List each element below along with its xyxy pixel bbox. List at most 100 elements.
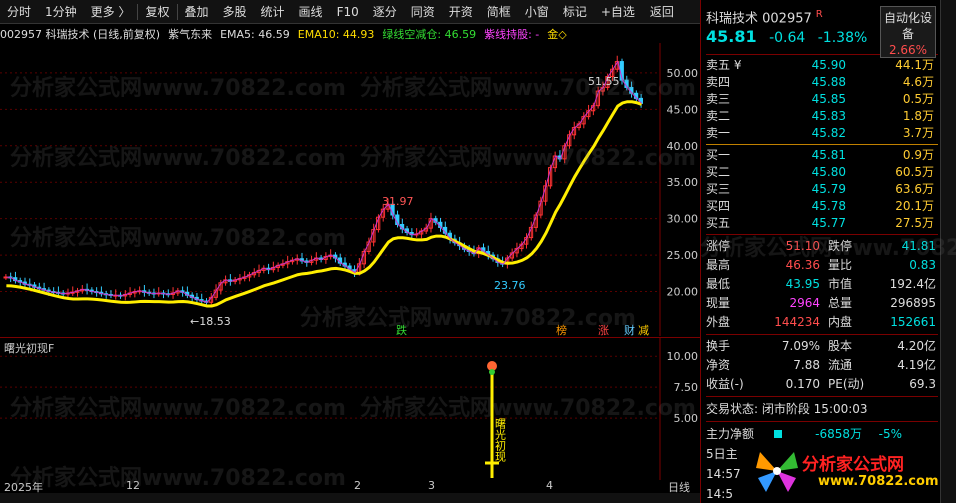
level-volume: 60.5万 [895,165,934,179]
stat-row: 收益(-) 0.170 PE(动) 69.3 [706,375,938,394]
stat-label: 涨停 [706,239,731,253]
stat-label: 最高 [706,258,731,272]
level-volume: 1.8万 [902,109,934,123]
stat-value: 43.95 [785,277,820,291]
stat-value: 69.3 [909,377,936,391]
stat-value: 152661 [890,315,936,329]
stat-row: 涨停 51.10 跌停 41.81 [706,237,938,256]
order-book-row: 买五 45.77 27.5万 [706,215,938,232]
panel-divider [700,0,701,503]
event-marker: 财 [624,323,635,336]
stat-value: 46.36 [785,258,820,272]
tick-time: 14:57 [706,467,741,481]
level-label: 卖三 [706,92,731,106]
subchart-svg[interactable]: 5.00 7.50 10.00 曙光初现 [0,338,700,480]
stat-label: 内盘 [828,315,853,329]
toolbar-item[interactable]: 画线 [292,0,330,24]
stat-value: 4.19亿 [897,358,936,372]
y-tick-label: 25.00 [667,249,699,262]
level-volume: 0.9万 [902,148,934,162]
toolbar-item[interactable]: 小窗 [518,0,556,24]
toolbar-item[interactable]: F10 [330,0,366,24]
toolbar-item[interactable]: +自选 [594,0,642,24]
level-price: 45.80 [811,165,846,179]
back-button[interactable]: 返回 [642,0,682,24]
event-marker: 榜 [556,323,567,336]
level-price: 45.85 [811,92,846,106]
flow-bar [774,430,783,438]
stats-block-2: 换手 7.09% 股本 4.20亿 净资 7.88 流通 4.19亿 收益(-) 0.170 PE(… [706,337,938,394]
indicator-subchart[interactable]: 曙光初现F 5.00 7.50 10.00 曙光初现 [0,337,700,480]
level-volume: 3.7万 [902,126,934,140]
order-book-row: 卖五 ¥ 45.90 44.1万 [706,57,938,74]
y-tick-label: 30.00 [667,213,699,226]
x-axis: 2025年 12 2 3 4 日线 [0,479,700,494]
top-toolbar: 分时 1分钟 更多 〉复权 叠加 多股 统计 画线 F10 逐分 同资 开资 简框 小窗 标记 +自选 返回 [0,0,700,24]
tick-time: 14:5 [706,487,733,501]
stat-label: 量比 [828,258,853,272]
stat-row: 净资 7.88 流通 4.19亿 [706,356,938,375]
signal-leaf-icon [489,369,495,375]
price-change-pct: -1.38% [817,30,868,46]
site-logo: 分析家公式网 www.70822.com [752,444,940,500]
level-price: 45.81 [811,148,846,162]
stat-label: 总量 [828,296,853,310]
level-label: 卖四 [706,75,731,89]
bottom-tabs[interactable] [0,493,700,503]
y-tick-label: 35.00 [667,176,699,189]
order-book-row: 卖一 45.82 3.7万 [706,125,938,142]
order-book-row: 卖二 45.83 1.8万 [706,108,938,125]
divider [706,234,938,235]
toolbar-item[interactable]: 简框 [480,0,518,24]
toolbar-item[interactable]: 开资 [442,0,480,24]
divider [706,144,938,145]
stat-row: 最低 43.95 市值 192.4亿 [706,275,938,294]
stat-value: 0.83 [909,258,936,272]
signal-label: 曙光初现 [494,418,507,463]
purple-line-value: 紫线持股: - [484,28,540,41]
stat-label: 收益(-) [706,377,744,391]
y-tick-label: 40.00 [667,140,699,153]
y-tick-label: 45.00 [667,103,699,116]
vertical-scrollbar[interactable] [940,0,956,503]
level-label: 买四 [706,199,731,213]
level-label: 卖二 [706,109,731,123]
stat-value: 2964 [789,296,820,310]
gold-marker: 金◇ [547,28,567,41]
divider [706,421,938,422]
event-marker: 涨 [598,324,609,336]
stat-row: 换手 7.09% 股本 4.20亿 [706,337,938,356]
ema5-value: EMA5: 46.59 [220,27,290,41]
stat-label: 流通 [828,358,853,372]
toolbar-item[interactable]: 叠加 [178,0,216,24]
stat-label: 跌停 [828,239,853,253]
level-price: 45.83 [811,109,846,123]
divider [706,396,938,397]
toolbar-item[interactable]: 更多 〉 [84,0,138,24]
current-price: 45.81 [706,27,757,46]
toolbar-item[interactable]: 复权 [138,0,176,24]
five-day-label: 5日主 [706,447,738,461]
indicator-name[interactable]: 紫气东来 [168,26,212,42]
butterfly-logo-icon [756,452,798,492]
toolbar-item[interactable]: 统计 [254,0,292,24]
toolbar-item[interactable]: 同资 [404,0,442,24]
r-badge: R [815,9,823,20]
toolbar-item[interactable]: 标记 [556,0,594,24]
indicator-info-bar: 002957 科瑞技术 (日线,前复权) 紫气东来 EMA5: 46.59 EM… [0,25,700,43]
sector-button[interactable]: 自动化设备 2.66% [880,6,936,58]
toolbar-item[interactable]: 逐分 [366,0,404,24]
level-label: 卖一 [706,126,731,140]
low-price-label: 23.76 [494,279,526,292]
quote-panel: 科瑞技术 002957 R 自动化设备 2.66% 45.81 -0.64 -1.… [706,4,938,503]
toolbar-item[interactable]: 1分钟 [38,0,84,24]
toolbar-item[interactable]: 多股 [216,0,254,24]
toolbar-item[interactable]: 分时 [0,0,38,24]
candlestick-svg[interactable]: 20.00 25.00 30.00 35.00 40.00 45.00 50.00 51.55… [0,43,700,337]
stat-label: 外盘 [706,315,731,329]
subchart-title: 曙光初现F [4,342,55,355]
level-price: 45.82 [811,126,846,140]
candlestick-chart[interactable]: 20.00 25.00 30.00 35.00 40.00 45.00 50.00 51.55… [0,43,700,337]
level-label: 买一 [706,148,731,162]
bid-book: 买一 45.81 0.9万 买二 45.80 60.5万 买三 45.79 63.6万 买四 45.… [706,147,938,232]
